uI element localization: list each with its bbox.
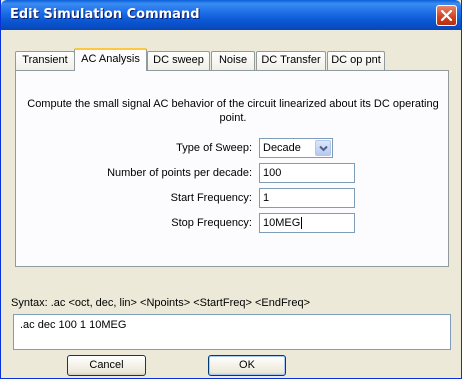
sweep-type-value: Decade [263, 142, 301, 154]
dialog-window: Edit Simulation Command Transient AC Ana… [0, 0, 462, 379]
points-per-decade-input[interactable]: 100 [259, 163, 355, 183]
close-icon [441, 10, 452, 21]
text-caret [301, 217, 303, 230]
tab-dc-op-pnt[interactable]: DC op pnt [327, 51, 385, 70]
tab-ac-analysis[interactable]: AC Analysis [74, 48, 147, 71]
tab-transient[interactable]: Transient [15, 51, 75, 70]
points-per-decade-label: Number of points per decade: [107, 167, 252, 179]
window-title: Edit Simulation Command [10, 7, 200, 22]
close-button[interactable] [436, 5, 457, 26]
start-frequency-input[interactable]: 1 [259, 188, 355, 208]
analysis-description: Compute the small signal AC behavior of … [27, 98, 439, 124]
cancel-button[interactable]: Cancel [67, 355, 146, 376]
start-frequency-label: Start Frequency: [170, 192, 252, 204]
tab-noise[interactable]: Noise [211, 51, 255, 70]
stop-frequency-input[interactable]: 10MEG [259, 213, 355, 233]
stop-frequency-label: Stop Frequency: [171, 217, 252, 229]
sweep-type-label: Type of Sweep: [176, 142, 252, 154]
dropdown-button[interactable] [315, 140, 331, 156]
title-bar[interactable]: Edit Simulation Command [1, 0, 461, 30]
tab-dc-transfer[interactable]: DC Transfer [256, 51, 326, 70]
chevron-down-icon [319, 145, 328, 152]
syntax-hint: Syntax: .ac <oct, dec, lin> <Npoints> <S… [11, 297, 311, 309]
command-text-box[interactable]: .ac dec 100 1 10MEG [13, 314, 451, 350]
sweep-type-select[interactable]: Decade [259, 138, 333, 158]
stop-frequency-value: 10MEG [263, 217, 301, 229]
ok-button[interactable]: OK [208, 355, 286, 376]
ac-analysis-panel: Compute the small signal AC behavior of … [15, 70, 449, 267]
tab-dc-sweep[interactable]: DC sweep [147, 51, 210, 70]
